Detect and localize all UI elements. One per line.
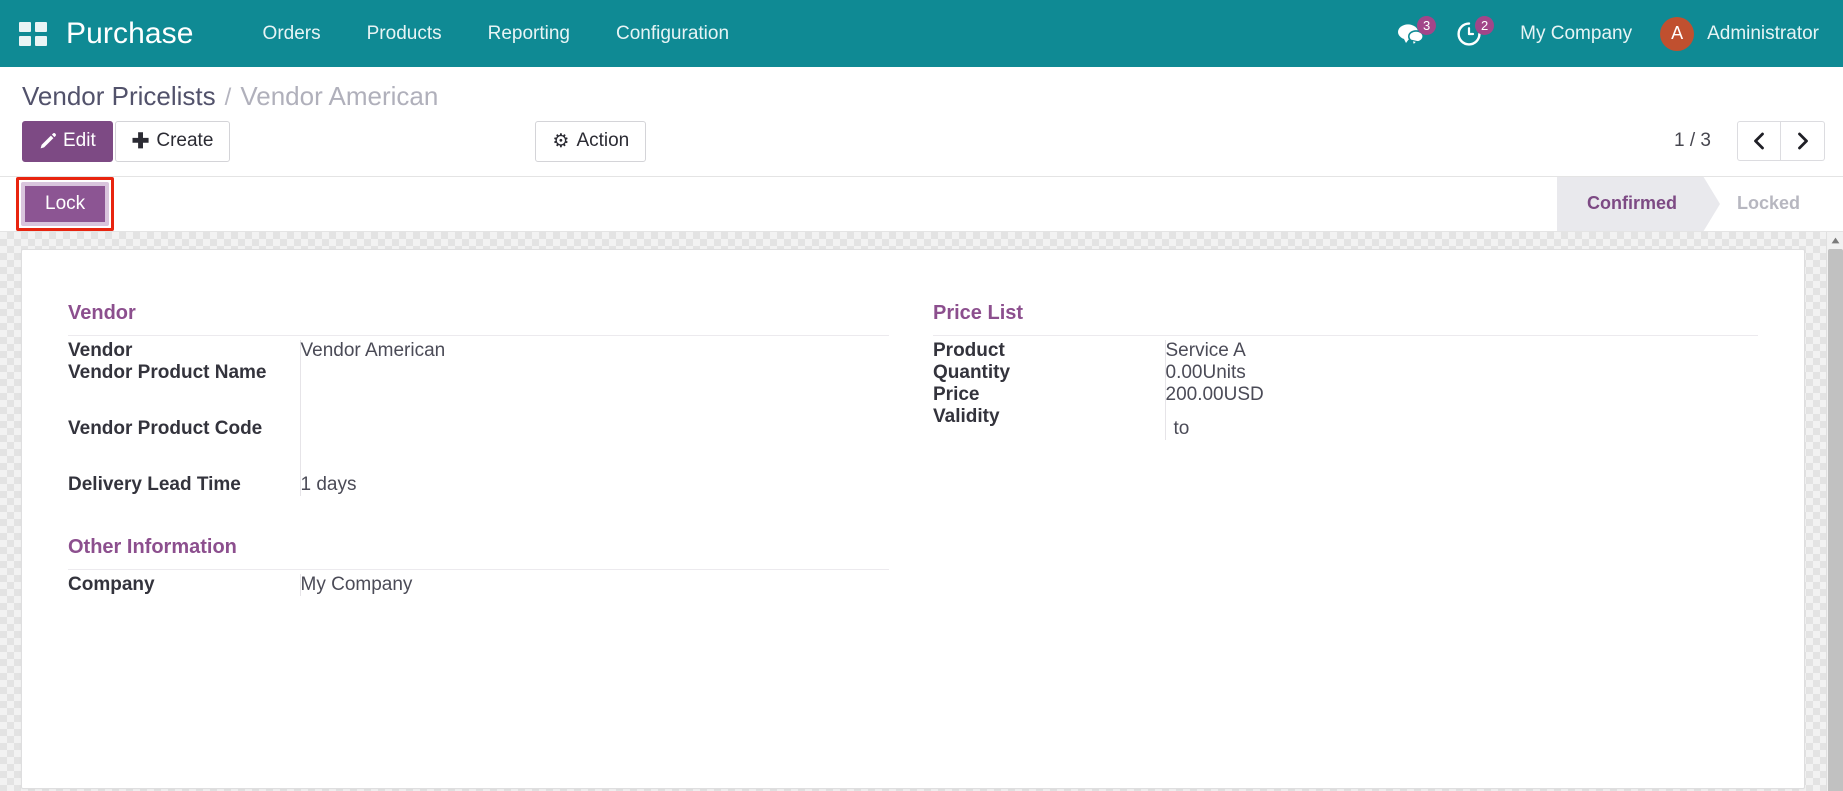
control-panel-buttons: Edit ✚ Create ⚙ Action 1 / 3	[16, 118, 1827, 176]
pricelist-field-table: Product Service A Quantity 0.00Units Pri…	[933, 339, 1758, 440]
control-panel: Vendor Pricelists / Vendor American Edit…	[0, 67, 1843, 177]
form-column-left: Vendor Vendor Vendor American Vendor Pro…	[68, 302, 913, 596]
apps-grid-square	[19, 35, 31, 46]
edit-button[interactable]: Edit	[22, 121, 113, 162]
field-row-price: Price 200.00USD	[933, 383, 1758, 406]
label-vendor-product-name: Vendor Product Name	[68, 361, 267, 383]
apps-grid-square	[19, 21, 31, 32]
label-vendor: Vendor	[68, 339, 133, 361]
breadcrumb-current-record: Vendor American	[240, 81, 439, 111]
user-name-label: Administrator	[1707, 22, 1819, 44]
statusbar-stage-confirmed[interactable]: Confirmed	[1556, 175, 1720, 232]
breadcrumb-separator: /	[224, 84, 232, 111]
messages-menu[interactable]: 3	[1381, 14, 1440, 54]
value-vendor-product-code[interactable]	[299, 417, 889, 474]
chevron-right-icon	[1797, 132, 1808, 150]
label-validity: Validity	[933, 405, 1000, 427]
label-product: Product	[933, 339, 1005, 361]
menu-item-configuration[interactable]: Configuration	[593, 15, 752, 53]
value-company[interactable]: My Company	[299, 573, 889, 596]
vendor-field-table: Vendor Vendor American Vendor Product Na…	[68, 339, 889, 496]
field-row-vendor-product-name: Vendor Product Name	[68, 361, 889, 418]
form-sheet: Vendor Vendor Vendor American Vendor Pro…	[21, 248, 1805, 789]
field-row-quantity: Quantity 0.00Units	[933, 361, 1758, 384]
field-row-company: Company My Company	[68, 573, 889, 596]
lock-button-highlight-box: Lock	[16, 176, 115, 231]
validity-range-text: to	[1173, 417, 1190, 439]
breadcrumb: Vendor Pricelists / Vendor American	[16, 67, 1827, 118]
apps-grid-square	[35, 35, 47, 46]
chevron-left-icon	[1754, 132, 1764, 150]
messages-badge: 3	[1417, 15, 1437, 35]
group-title-vendor: Vendor	[68, 302, 889, 336]
form-columns: Vendor Vendor Vendor American Vendor Pro…	[22, 302, 1804, 596]
top-navbar: Purchase Orders Products Reporting Confi…	[0, 0, 1843, 67]
field-row-vendor-product-code: Vendor Product Code	[68, 417, 889, 474]
value-validity[interactable]: to	[1164, 405, 1758, 440]
apps-grid-icon[interactable]	[16, 17, 50, 51]
action-button[interactable]: ⚙ Action	[535, 121, 647, 162]
label-quantity: Quantity	[933, 361, 1011, 383]
breadcrumb-root-link[interactable]: Vendor Pricelists	[22, 81, 216, 112]
user-menu[interactable]: A Administrator	[1654, 16, 1819, 51]
pager: 1 / 3	[1674, 121, 1825, 162]
group-title-other-information: Other Information	[68, 536, 889, 570]
lock-button[interactable]: Lock	[21, 181, 110, 226]
activities-menu[interactable]: 2	[1440, 14, 1498, 54]
gear-icon: ⚙	[552, 130, 570, 152]
menu-item-reporting[interactable]: Reporting	[465, 15, 593, 53]
value-product[interactable]: Service A	[1164, 339, 1758, 362]
vertical-scrollbar[interactable]	[1826, 231, 1843, 791]
value-quantity[interactable]: 0.00Units	[1164, 361, 1758, 384]
label-delivery-lead-time: Delivery Lead Time	[68, 473, 241, 495]
edit-button-label: Edit	[63, 130, 96, 151]
pager-counter: 1 / 3	[1674, 130, 1711, 152]
statusbar-stage-locked[interactable]: Locked	[1703, 177, 1826, 231]
app-brand-purchase[interactable]: Purchase	[66, 17, 194, 51]
menu-item-orders[interactable]: Orders	[240, 15, 344, 53]
group-title-price-list: Price List	[933, 302, 1758, 336]
caret-up-icon	[1831, 237, 1839, 244]
company-switcher[interactable]: My Company	[1498, 23, 1654, 45]
scrollbar-thumb[interactable]	[1828, 248, 1843, 791]
pager-previous-button[interactable]	[1737, 121, 1781, 162]
form-sheet-background: Vendor Vendor Vendor American Vendor Pro…	[0, 231, 1843, 791]
main-menu: Orders Products Reporting Configuration	[240, 15, 752, 53]
scrollbar-up-arrow[interactable]	[1827, 231, 1843, 249]
status-button-bar: Lock Confirmed Locked	[0, 175, 1843, 232]
label-vendor-product-code: Vendor Product Code	[68, 417, 263, 439]
menu-item-products[interactable]: Products	[344, 15, 465, 53]
apps-grid-square	[35, 21, 47, 32]
pencil-icon	[40, 132, 56, 149]
form-column-right: Price List Product Service A Quantity 0.…	[913, 302, 1758, 596]
field-row-vendor: Vendor Vendor American	[68, 339, 889, 362]
value-price[interactable]: 200.00USD	[1164, 383, 1758, 406]
create-button[interactable]: ✚ Create	[114, 121, 231, 162]
navbar-right-section: 3 2 My Company A Administrator	[1381, 14, 1819, 54]
create-button-label: Create	[156, 130, 214, 151]
other-information-field-table: Company My Company	[68, 573, 889, 596]
field-row-delivery-lead-time: Delivery Lead Time 1 days	[68, 473, 889, 496]
value-vendor-product-name[interactable]	[299, 361, 889, 418]
plus-icon: ✚	[131, 129, 150, 153]
field-row-product: Product Service A	[933, 339, 1758, 362]
value-delivery-lead-time[interactable]: 1 days	[299, 473, 889, 496]
statusbar-stages: Confirmed Locked	[1556, 175, 1843, 232]
field-row-validity: Validity to	[933, 405, 1758, 440]
activities-badge: 2	[1475, 15, 1495, 35]
value-vendor[interactable]: Vendor American	[299, 339, 889, 362]
action-button-label: Action	[576, 130, 630, 151]
label-company: Company	[68, 573, 155, 595]
action-button-container: ⚙ Action	[535, 121, 647, 162]
avatar: A	[1660, 16, 1695, 51]
label-price: Price	[933, 383, 980, 405]
pager-next-button[interactable]	[1781, 121, 1825, 162]
